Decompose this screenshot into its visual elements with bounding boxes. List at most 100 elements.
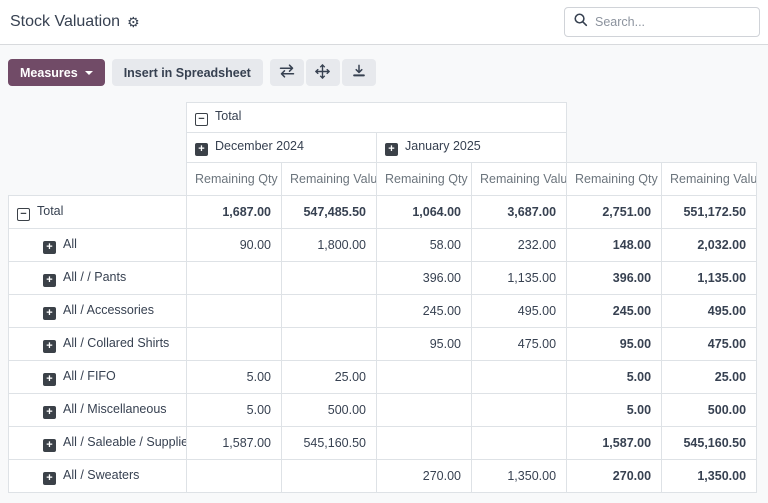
expand-all-button[interactable] — [306, 59, 340, 86]
value-cell: 495.00 — [472, 295, 567, 328]
value-cell: 25.00 — [282, 361, 377, 394]
value-cell: 232.00 — [472, 229, 567, 262]
download-button[interactable] — [342, 59, 376, 86]
search-input[interactable] — [595, 15, 751, 29]
gear-icon[interactable]: ⚙ — [127, 15, 140, 29]
top-bar: Stock Valuation ⚙ — [0, 0, 768, 45]
measure-header[interactable]: Remaining Value — [662, 163, 757, 196]
corner-blank-cell — [9, 163, 187, 196]
col-group-january-2025[interactable]: +January 2025 — [377, 133, 567, 163]
corner-blank-cell — [9, 103, 187, 133]
value-cell: 500.00 — [662, 394, 757, 427]
value-cell: 475.00 — [662, 328, 757, 361]
corner-blank-cell — [9, 133, 187, 163]
value-cell: 1,587.00 — [567, 427, 662, 460]
page-title: Stock Valuation — [10, 13, 120, 31]
measure-header[interactable]: Remaining Value — [472, 163, 567, 196]
content-area: Measures Insert in Spreadsheet — [0, 45, 768, 503]
value-cell: 25.00 — [662, 361, 757, 394]
value-cell: 5.00 — [187, 394, 282, 427]
value-cell: 3,687.00 — [472, 196, 567, 229]
value-cell — [377, 394, 472, 427]
row-header[interactable]: +All / Sweaters — [9, 460, 187, 493]
row-header[interactable]: + All / Collared Shirts — [9, 328, 187, 361]
row-header[interactable]: + All / Accessories — [9, 295, 187, 328]
corner-blank-cell — [567, 133, 757, 163]
value-cell — [472, 361, 567, 394]
value-cell: 270.00 — [567, 460, 662, 493]
value-cell: 245.00 — [567, 295, 662, 328]
value-cell: 500.00 — [282, 394, 377, 427]
value-cell: 1,135.00 — [662, 262, 757, 295]
expand-icon: + — [43, 373, 56, 386]
measure-header[interactable]: Remaining Qty — [187, 163, 282, 196]
value-cell: 58.00 — [377, 229, 472, 262]
value-cell: 5.00 — [567, 394, 662, 427]
value-cell: 5.00 — [187, 361, 282, 394]
row-label-text: All / Collared Shirts — [63, 336, 169, 350]
flip-axis-button[interactable] — [270, 59, 304, 86]
corner-blank-cell — [567, 103, 757, 133]
value-cell — [282, 460, 377, 493]
flip-axis-icon — [279, 64, 295, 81]
value-cell — [187, 328, 282, 361]
collapse-icon: − — [195, 113, 208, 126]
table-row: −Total1,687.00547,485.501,064.003,687.00… — [9, 196, 757, 229]
caret-down-icon — [85, 71, 93, 75]
col-group-total[interactable]: −Total — [187, 103, 567, 133]
search-bar[interactable] — [564, 7, 760, 37]
insert-in-spreadsheet-button[interactable]: Insert in Spreadsheet — [112, 59, 263, 86]
table-row: +All / Sweaters270.001,350.00270.001,350… — [9, 460, 757, 493]
measure-header-row: Remaining QtyRemaining ValueRemaining Qt… — [9, 163, 757, 196]
value-cell: 90.00 — [187, 229, 282, 262]
expand-icon: + — [43, 307, 56, 320]
table-row: +All / Miscellaneous5.00500.005.00500.00 — [9, 394, 757, 427]
row-header[interactable]: + All — [9, 229, 187, 262]
value-cell: 495.00 — [662, 295, 757, 328]
value-cell — [282, 262, 377, 295]
measure-header[interactable]: Remaining Qty — [377, 163, 472, 196]
value-cell: 2,751.00 — [567, 196, 662, 229]
row-header[interactable]: −Total — [9, 196, 187, 229]
table-row: +All / Accessories245.00495.00245.00495.… — [9, 295, 757, 328]
row-label-text: All / Accessories — [63, 303, 154, 317]
pivot-toolbar: Measures Insert in Spreadsheet — [8, 59, 760, 86]
expand-icon: + — [195, 143, 208, 156]
value-cell: 547,485.50 — [282, 196, 377, 229]
table-row: +All / / Pants396.001,135.00396.001,135.… — [9, 262, 757, 295]
row-header[interactable]: +All / / Pants — [9, 262, 187, 295]
col-group-row-months: + December 2024 +January 2025 — [9, 133, 757, 163]
measure-header[interactable]: Remaining Value — [282, 163, 377, 196]
value-cell: 1,800.00 — [282, 229, 377, 262]
table-row: +All / Saleable / Supplies 1,587.00 545,16… — [9, 427, 757, 460]
row-label-text: All — [63, 237, 77, 251]
expand-icon: + — [43, 340, 56, 353]
value-cell: 545,160.50 — [282, 427, 377, 460]
expand-icon: + — [43, 241, 56, 254]
value-cell: 5.00 — [567, 361, 662, 394]
expand-icon: + — [43, 472, 56, 485]
value-cell — [377, 361, 472, 394]
measures-button-label: Measures — [20, 66, 78, 80]
measures-button[interactable]: Measures — [8, 59, 105, 86]
value-cell: 1,687.00 — [187, 196, 282, 229]
value-cell — [187, 262, 282, 295]
col-group-december-label: December 2024 — [215, 139, 304, 153]
row-header[interactable]: +All / FIFO — [9, 361, 187, 394]
value-cell: 95.00 — [567, 328, 662, 361]
measure-header[interactable]: Remaining Qty — [567, 163, 662, 196]
row-label-text: All / / Pants — [63, 270, 126, 284]
value-cell — [282, 328, 377, 361]
col-group-december-2024[interactable]: + December 2024 — [187, 133, 377, 163]
collapse-icon: − — [17, 208, 30, 221]
row-header[interactable]: +All / Miscellaneous — [9, 394, 187, 427]
expand-all-icon — [315, 64, 330, 82]
col-group-total-label: Total — [215, 109, 241, 123]
row-label-text: Total — [37, 204, 63, 218]
value-cell — [282, 295, 377, 328]
value-cell: 551,172.50 — [662, 196, 757, 229]
row-header[interactable]: +All / Saleable / Supplies — [9, 427, 187, 460]
row-label-text: All / Miscellaneous — [63, 402, 167, 416]
value-cell: 148.00 — [567, 229, 662, 262]
search-icon — [573, 12, 595, 32]
